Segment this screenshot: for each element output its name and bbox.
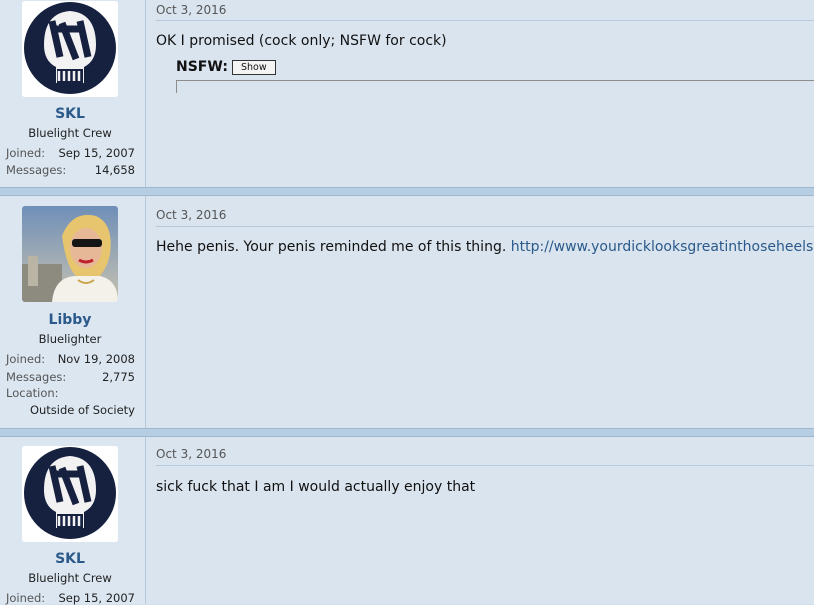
post-separator [0,428,814,437]
post-date[interactable]: Oct 3, 2016 [156,3,226,17]
location-value: Outside of Society [29,403,135,417]
messages-label: Messages: [6,370,67,384]
joined-label: Joined: [6,591,46,605]
post-body: Hehe penis. Your penis reminded me of th… [156,239,814,255]
avatar[interactable] [22,446,118,542]
post-header-rule [156,465,814,466]
post-link[interactable]: http://www.yourdicklooksgreatinthoseheel… [511,239,814,255]
post-header-rule [156,20,814,21]
messages-value: 2,775 [102,370,135,384]
yankees-skull-avatar-icon [22,446,118,542]
username[interactable]: SKL [0,106,140,122]
post-body: sick fuck that I am I would actually enj… [156,479,476,495]
avatar[interactable] [22,1,118,97]
user-title: Bluelighter [38,332,102,346]
post-content: Oct 3, 2016 OK I promised (cock only; NS… [146,0,814,188]
spoiler-box [176,80,814,93]
messages-label: Messages: [6,163,67,177]
user-sidebar: SKL Bluelight Crew Joined: Sep 15, 2007 [0,437,146,605]
yankees-skull-avatar-icon [22,1,118,97]
post-body: OK I promised (cock only; NSFW for cock) [156,33,447,49]
spoiler-show-button[interactable]: Show [231,59,276,75]
joined-label: Joined: [6,352,46,366]
user-title: Bluelight Crew [28,571,112,585]
post-body-text: Hehe penis. Your penis reminded me of th… [156,239,511,255]
location-label: Location: [6,386,59,400]
woman-sunglasses-avatar-icon [22,206,118,302]
user-sidebar: SKL Bluelight Crew Joined: Sep 15, 2007 … [0,0,146,188]
spoiler-label: NSFW [176,59,223,75]
post-date[interactable]: Oct 3, 2016 [156,447,226,461]
joined-label: Joined: [6,146,46,160]
post-separator [0,187,814,196]
avatar[interactable] [22,206,118,302]
joined-value: Sep 15, 2007 [58,146,135,160]
joined-value: Sep 15, 2007 [58,591,135,605]
message-post: SKL Bluelight Crew Joined: Sep 15, 2007 … [0,437,814,605]
joined-value: Nov 19, 2008 [57,352,135,366]
post-header-rule [156,226,814,227]
messages-value: 14,658 [94,163,135,177]
username[interactable]: Libby [0,312,140,328]
spoiler-header: NSFW: Show [176,59,276,75]
message-post: Libby Bluelighter Joined: Nov 19, 2008 M… [0,196,814,429]
message-post: SKL Bluelight Crew Joined: Sep 15, 2007 … [0,0,814,188]
user-title: Bluelight Crew [28,126,112,140]
username[interactable]: SKL [0,551,140,567]
post-date[interactable]: Oct 3, 2016 [156,208,226,222]
post-content: Oct 3, 2016 Hehe penis. Your penis remin… [146,196,814,429]
user-sidebar: Libby Bluelighter Joined: Nov 19, 2008 M… [0,196,146,429]
post-content: Oct 3, 2016 sick fuck that I am I would … [146,437,814,604]
